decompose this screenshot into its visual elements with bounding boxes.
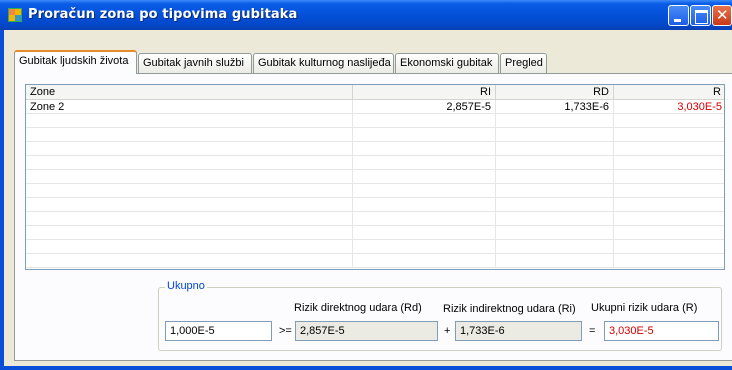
- empty-row: [26, 226, 724, 240]
- window-title: Proračun zona po tipovima gubitaka: [28, 7, 298, 22]
- threshold-field[interactable]: 1,000E-5: [165, 321, 272, 341]
- empty-row: [26, 240, 724, 254]
- empty-row: [26, 254, 724, 268]
- tab-ekonomski-gubitak[interactable]: Ekonomski gubitak: [395, 53, 499, 73]
- app-icon: [8, 8, 22, 22]
- ukupno-groupbox: [158, 287, 722, 351]
- zones-grid[interactable]: Zone RI RD R Zone 2 2,857E-5 1,733E-6 3,…: [25, 84, 725, 270]
- grid-header-row: Zone RI RD R: [26, 85, 724, 100]
- empty-row: [26, 114, 724, 128]
- empty-row: [26, 212, 724, 226]
- r-total-field[interactable]: 3,030E-5: [604, 321, 719, 341]
- cell-r[interactable]: 3,030E-5: [614, 100, 724, 113]
- rd-value-field[interactable]: 2,857E-5: [295, 321, 438, 341]
- ri-value-field[interactable]: 1,733E-6: [455, 321, 582, 341]
- ukupno-label: Ukupno: [165, 280, 207, 292]
- empty-row: [26, 170, 724, 184]
- cell-zone[interactable]: Zone 2: [26, 100, 353, 113]
- tab-gubitak-javnih-sluzbi[interactable]: Gubitak javnih službi: [138, 53, 252, 73]
- column-header-rd[interactable]: RD: [496, 85, 614, 99]
- close-icon: ✕: [716, 6, 729, 24]
- close-button[interactable]: ✕: [712, 5, 732, 26]
- empty-row: [26, 198, 724, 212]
- empty-row: [26, 184, 724, 198]
- ge-operator: >=: [279, 325, 292, 337]
- tab-gubitak-ljudskih-zivota[interactable]: Gubitak ljudskih života: [14, 50, 137, 74]
- empty-row: [26, 142, 724, 156]
- tab-gubitak-kulturnog-naslijeda[interactable]: Gubitak kulturnog naslijeđa: [253, 53, 394, 73]
- maximize-button[interactable]: [690, 5, 711, 26]
- minimize-button[interactable]: [668, 5, 689, 26]
- column-header-ri[interactable]: RI: [353, 85, 496, 99]
- client-area: Gubitak ljudskih života Gubitak javnih s…: [4, 30, 732, 366]
- table-row[interactable]: Zone 2 2,857E-5 1,733E-6 3,030E-5: [26, 100, 724, 114]
- cell-ri[interactable]: 2,857E-5: [353, 100, 496, 113]
- main-window: Proračun zona po tipovima gubitaka ✕ Gub…: [0, 0, 732, 370]
- empty-row: [26, 156, 724, 170]
- empty-row: [26, 128, 724, 142]
- cell-rd[interactable]: 1,733E-6: [496, 100, 614, 113]
- tab-strip: Gubitak ljudskih života Gubitak javnih s…: [14, 50, 732, 74]
- eq-operator: =: [589, 325, 596, 337]
- tab-panel: Zone RI RD R Zone 2 2,857E-5 1,733E-6 3,…: [14, 73, 732, 361]
- r-label: Ukupni rizik udara (R): [591, 302, 698, 314]
- tab-pregled[interactable]: Pregled: [500, 53, 547, 73]
- column-header-r[interactable]: R: [614, 85, 724, 99]
- window-bottom-border: [0, 366, 732, 370]
- ri-label: Rizik indirektnog udara (Ri): [443, 303, 576, 315]
- title-bar[interactable]: Proračun zona po tipovima gubitaka ✕: [0, 0, 732, 30]
- rd-label: Rizik direktnog udara (Rd): [294, 302, 422, 314]
- column-header-zone[interactable]: Zone: [26, 85, 353, 99]
- plus-operator: +: [444, 325, 451, 337]
